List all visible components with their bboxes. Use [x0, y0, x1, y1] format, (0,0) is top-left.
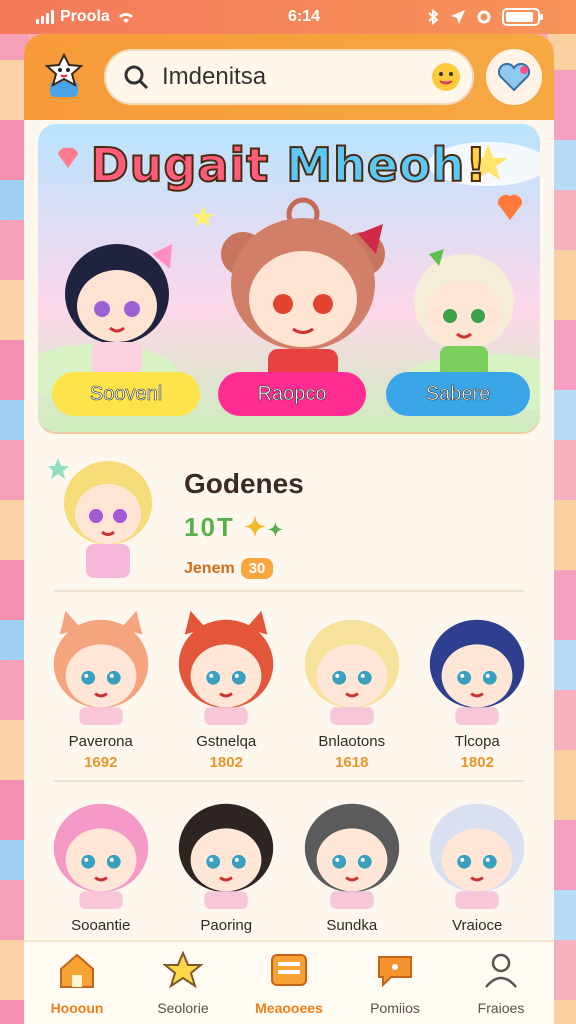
profile-icon: [481, 951, 521, 994]
settings-icon: [477, 10, 491, 24]
app-window: Imdenitsa Dugait Mheoh! Soovenl Raopco S…: [24, 34, 554, 1024]
character-card[interactable]: Vraioce: [415, 790, 541, 934]
emoji-icon[interactable]: [430, 61, 462, 93]
character-card[interactable]: Paverona 1692: [38, 606, 164, 771]
character-portrait: [221, 197, 385, 384]
character-name: Sundka: [326, 917, 378, 934]
bluetooth-icon: [428, 9, 439, 25]
character-avatar: [167, 606, 285, 731]
character-name: Gstnelqa: [196, 733, 257, 750]
banner-button-blue[interactable]: Sabere: [386, 372, 530, 416]
character-score: 1618: [335, 754, 369, 771]
character-card[interactable]: Bnlaotons 1618: [289, 606, 415, 771]
character-card[interactable]: Tlcopa 1802: [415, 606, 541, 771]
character-avatar: [418, 790, 536, 915]
nav-label: Pomiios: [370, 999, 420, 1016]
status-bar: Proola 6:14: [0, 0, 576, 34]
featured-meta: Jenem 30: [184, 558, 274, 579]
divider: [54, 780, 524, 782]
character-avatar: [418, 606, 536, 731]
nav-item[interactable]: Meaooees: [239, 951, 339, 1016]
character-grid-row-2: Sooantie Paoring Sundka Vraioce: [38, 790, 540, 934]
character-score: 1692: [84, 754, 118, 771]
header: Imdenitsa: [24, 34, 554, 120]
banner-title-part: Dugait: [90, 137, 287, 193]
character-name: Sooantie: [71, 917, 131, 934]
chat-bubble-icon: [375, 951, 415, 994]
star-icon: [162, 949, 204, 994]
featured-character[interactable]: Godenes 10T ✦✦ Jenem 30: [44, 448, 534, 588]
nav-label: Meaooees: [255, 999, 323, 1016]
nav-label: Fraioes: [477, 999, 525, 1016]
nav-item[interactable]: Fraioes: [451, 951, 551, 1016]
character-name: Paoring: [200, 917, 253, 934]
character-score: 1802: [209, 754, 243, 771]
character-name: Paverona: [68, 733, 133, 750]
banner-title-part: Mheoh: [285, 137, 466, 193]
search-bar[interactable]: Imdenitsa: [104, 49, 474, 105]
character-avatar: [167, 790, 285, 915]
character-name: Vraioce: [452, 917, 503, 934]
character-avatar: [42, 790, 160, 915]
nav-label: Hoooun: [50, 999, 104, 1016]
wifi-icon: [118, 13, 133, 23]
banner-button-pink[interactable]: Raopco: [218, 372, 366, 416]
home-icon: [57, 951, 97, 994]
character-card[interactable]: Sundka: [289, 790, 415, 934]
featured-score: 10T ✦✦: [184, 512, 285, 542]
featured-badge: 30: [240, 558, 274, 579]
nav-item[interactable]: Seolorie: [133, 949, 233, 1016]
banner-title: Dugait Mheoh!: [38, 137, 540, 193]
message-box-icon: [269, 951, 309, 994]
character-grid-row-1: Paverona 1692 Gstnelqa 1802 Bnlaotons 1618 …: [38, 606, 540, 771]
nav-item[interactable]: Hoooun: [27, 951, 127, 1016]
banner-title-part: !: [464, 137, 488, 193]
character-portrait: [414, 249, 514, 384]
character-avatar: [42, 606, 160, 731]
divider: [54, 590, 524, 592]
featured-score-value: 10T: [184, 512, 235, 542]
character-avatar: [293, 790, 411, 915]
hero-banner[interactable]: Dugait Mheoh! Soovenl Raopco Sabere: [38, 124, 540, 432]
character-card[interactable]: Sooantie: [38, 790, 164, 934]
signal-icon: [36, 10, 54, 24]
banner-button-yellow[interactable]: Soovenl: [52, 372, 200, 416]
nav-item[interactable]: Pomiios: [345, 951, 445, 1016]
heart-icon: [497, 62, 531, 92]
character-avatar: [293, 606, 411, 731]
clock: 6:14: [288, 8, 321, 25]
character-name: Bnlaotons: [318, 733, 386, 750]
nav-label: Seolorie: [157, 999, 209, 1016]
favorites-button[interactable]: [486, 49, 542, 105]
search-input[interactable]: Imdenitsa: [162, 63, 418, 91]
bottom-navigation: Hoooun Seolorie Meaooees Pomiios Fraioes: [24, 940, 554, 1024]
character-portrait: [65, 244, 172, 374]
location-icon: [451, 10, 465, 24]
featured-name: Godenes: [184, 468, 304, 499]
mascot-icon[interactable]: [36, 49, 92, 105]
featured-meta-label: Jenem: [184, 559, 235, 577]
carrier-label: Proola: [60, 8, 110, 25]
character-score: 1802: [460, 754, 494, 771]
character-card[interactable]: Gstnelqa 1802: [164, 606, 290, 771]
search-icon: [124, 65, 149, 90]
featured-avatar: [48, 458, 152, 578]
battery-icon: [502, 8, 543, 26]
character-name: Tlcopa: [454, 733, 500, 750]
character-card[interactable]: Paoring: [164, 790, 290, 934]
